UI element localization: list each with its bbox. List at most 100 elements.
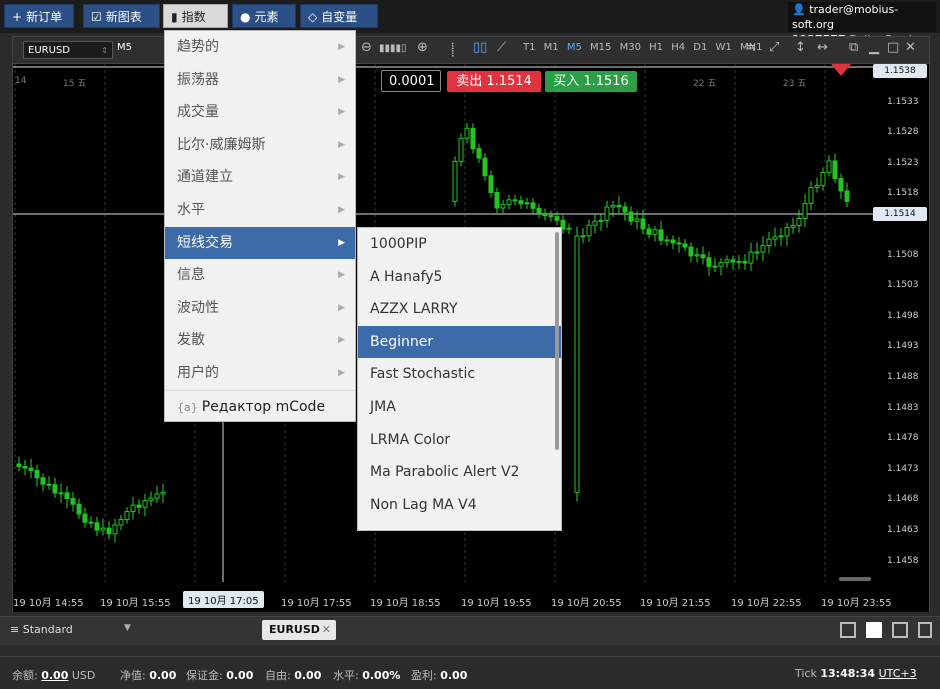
tf-t1[interactable]: T1 [523, 42, 535, 53]
candle-body [566, 227, 572, 230]
expand-icon[interactable]: ⤢ [769, 40, 779, 55]
menu-item-custom[interactable]: 用户的 ▶ [165, 357, 355, 390]
fit-icon[interactable]: ≒ [745, 40, 756, 55]
position-marker[interactable] [831, 64, 851, 76]
zoom-slider[interactable]: ▮▮▮▮▯ [379, 43, 407, 54]
detach-icon[interactable]: ⧉ [849, 40, 858, 55]
menu-item-volatility[interactable]: 波动性 ▶ [165, 292, 355, 325]
indicators-button[interactable]: ▮ 指数 [163, 4, 228, 28]
tf-w1[interactable]: W1 [716, 42, 732, 53]
time-tick-label: 19 10月 14:55 [13, 598, 84, 609]
menu-item-levels[interactable]: 水平 ▶ [165, 194, 355, 227]
candle-body [464, 127, 470, 139]
vertical-scale-icon[interactable]: ↕ [795, 40, 806, 55]
candle-body [682, 243, 688, 248]
chart-scrollbar[interactable] [839, 577, 871, 581]
menu-item-mcode-editor[interactable]: {a} Редактор mCode [165, 389, 355, 424]
candle-body [64, 492, 70, 500]
candle-body [476, 148, 482, 159]
candle-body [712, 265, 718, 268]
submenu-item-ma-parabolic-alert[interactable]: Ma Parabolic Alert V2 [358, 456, 561, 489]
submenu-item-beginner[interactable]: Beginner [358, 325, 561, 359]
candle-body [736, 260, 742, 263]
menu-item-scalping[interactable]: 短线交易 ▶ [165, 226, 355, 260]
tf-m5[interactable]: M5 [567, 42, 582, 53]
variables-button[interactable]: ◇ 自变量 [300, 4, 378, 28]
layout-columns-icon[interactable] [892, 622, 908, 638]
time-axis: 19 10月 14:55 19 10月 15:55 19 10月 17:05 19 1… [13, 588, 929, 612]
candle-body [76, 503, 82, 515]
bar-type-icon[interactable]: ⸽ [451, 40, 454, 58]
submenu-item-fast-stochastic[interactable]: Fast Stochastic [358, 358, 561, 391]
maximize-icon[interactable]: □ [887, 40, 899, 55]
tf-m30[interactable]: M30 [620, 42, 641, 53]
submenu-item-lrma-color[interactable]: LRMA Color [358, 424, 561, 457]
candle-body [518, 200, 524, 205]
new-chart-button[interactable]: ☑ 新图表 [83, 4, 160, 28]
lot-size-input[interactable]: 0.0001 [381, 70, 441, 92]
close-chart-icon[interactable]: ✕ [905, 40, 916, 55]
account-email: trader@mobius-soft.org [792, 3, 899, 31]
tf-m1[interactable]: M1 [544, 42, 559, 53]
price-tick-label: 1.1463 [887, 525, 919, 535]
candle-body [796, 218, 802, 227]
price-tick-label: 1.1514 [873, 207, 927, 221]
sell-button[interactable]: 卖出 1.1514 [447, 71, 541, 92]
candle-body [554, 216, 560, 221]
candle-body [142, 500, 148, 508]
candle-body [536, 207, 542, 214]
chevron-down-icon[interactable]: ▼ [124, 623, 131, 633]
tf-m15[interactable]: M15 [590, 42, 611, 53]
submenu-scrollbar[interactable] [555, 232, 559, 450]
submenu-item-1000pip[interactable]: 1000PIP [358, 228, 561, 261]
candle-body [154, 493, 160, 499]
submenu-item-a-hanafy5[interactable]: A Hanafy5 [358, 261, 561, 294]
symbol-select[interactable]: EURUSD ⇕ [23, 41, 113, 59]
menu-item-volume[interactable]: 成交量 ▶ [165, 96, 355, 129]
menu-item-info[interactable]: 信息 ▶ [165, 259, 355, 292]
candle-body [646, 228, 652, 235]
account-info[interactable]: 👤 trader@mobius-soft.org 1137577 Dollar … [788, 2, 936, 46]
tf-h1[interactable]: H1 [649, 42, 663, 53]
submenu-item-azzx-larry[interactable]: AZZX LARRY [358, 293, 561, 326]
candle-body [718, 262, 724, 267]
chart-tab-eurusd[interactable]: EURUSD ✕ [262, 620, 336, 640]
candle-body [694, 254, 700, 257]
time-tick-label: 19 10月 21:55 [640, 598, 711, 609]
candle-body [124, 511, 130, 521]
menu-item-bill-williams[interactable]: 比尔·威廉姆斯 ▶ [165, 129, 355, 162]
price-tick-label: 1.1493 [887, 341, 919, 352]
menu-item-trend[interactable]: 趋势的 ▶ [165, 31, 355, 64]
price-tick-label: 1.1533 [887, 96, 919, 107]
close-icon[interactable]: ✕ [322, 620, 331, 640]
spinner-icon: ⇕ [101, 46, 108, 55]
tf-h4[interactable]: H4 [671, 42, 685, 53]
tf-d1[interactable]: D1 [693, 42, 707, 53]
menu-item-channels[interactable]: 通道建立 ▶ [165, 161, 355, 194]
layout-select[interactable]: ≡ Standard [10, 623, 73, 636]
chevron-right-icon: ▶ [338, 270, 345, 281]
candle-body [452, 160, 458, 202]
line-type-icon[interactable]: ⟋ [497, 40, 506, 55]
candle-body [688, 246, 694, 257]
horizontal-scale-icon[interactable]: ↔ [817, 40, 828, 55]
code-icon: {a} [177, 400, 198, 414]
candle-body [670, 239, 676, 244]
new-order-button[interactable]: + 新订单 [4, 4, 74, 28]
layout-rows-icon[interactable] [918, 622, 932, 638]
zoom-in-icon[interactable]: ⊕ [417, 40, 428, 55]
submenu-item-jma[interactable]: JMA [358, 391, 561, 424]
elements-button[interactable]: ● 元素 [232, 4, 296, 28]
submenu-item-non-lag-ma[interactable]: Non Lag MA V4 [358, 489, 561, 522]
zoom-out-icon[interactable]: ⊖ [361, 40, 372, 55]
candle-type-icon[interactable]: ▯▯ [473, 40, 487, 55]
layout-grid-icon[interactable] [866, 622, 882, 638]
candle-body [754, 251, 760, 254]
buy-button[interactable]: 买入 1.1516 [545, 71, 637, 92]
layout-single-icon[interactable] [840, 622, 856, 638]
chart-icon: ☑ [91, 10, 102, 24]
candle-body [658, 229, 664, 241]
minimize-icon[interactable]: ▁ [869, 40, 879, 55]
menu-item-divergence[interactable]: 发散 ▶ [165, 324, 355, 357]
menu-item-oscillators[interactable]: 振荡器 ▶ [165, 64, 355, 97]
